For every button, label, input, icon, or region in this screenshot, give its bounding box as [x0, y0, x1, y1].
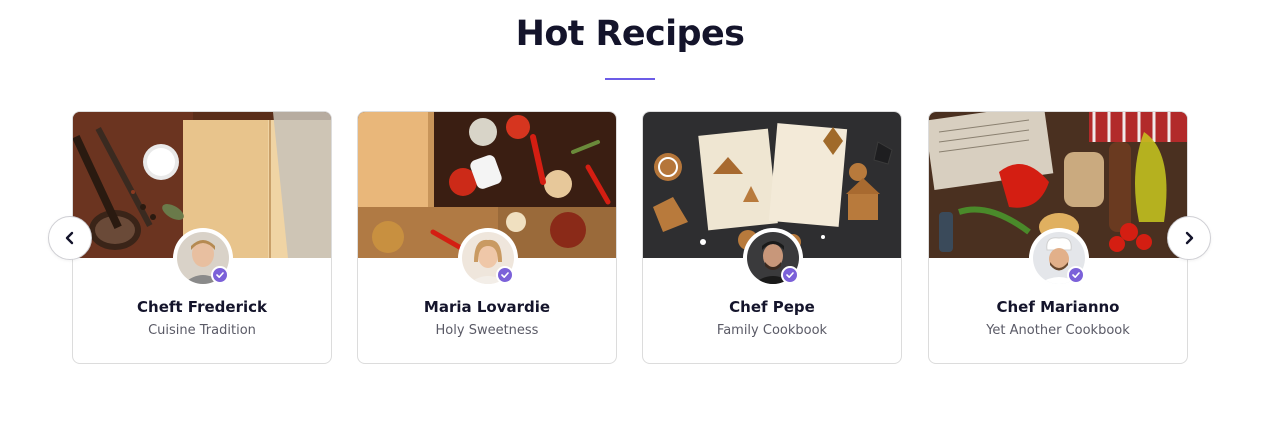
carousel-next-button[interactable] — [1167, 216, 1211, 260]
avatar — [743, 228, 803, 288]
chef-name: Chef Marianno — [996, 298, 1120, 316]
verified-badge-icon — [1067, 266, 1085, 284]
recipe-card[interactable]: Chef Marianno Yet Another Cookbook — [928, 111, 1188, 364]
chevron-right-icon — [1185, 231, 1194, 245]
avatar — [458, 228, 518, 288]
section-title: Hot Recipes — [515, 14, 745, 54]
chef-name: Maria Lovardie — [423, 298, 551, 316]
chevron-left-icon — [65, 231, 74, 245]
cookbook-title: Family Cookbook — [716, 323, 828, 338]
avatar — [173, 228, 233, 288]
verified-badge-icon — [781, 266, 799, 284]
chef-name: Cheft Frederick — [137, 298, 267, 316]
recipe-card[interactable]: Maria Lovardie Holy Sweetness — [357, 111, 617, 364]
title-underline — [605, 78, 655, 80]
cookbook-title: Cuisine Tradition — [148, 323, 256, 338]
hot-recipes-section: Hot Recipes Cheft Frederick Cuisine Trad… — [0, 0, 1266, 422]
avatar — [1029, 228, 1089, 288]
carousel-prev-button[interactable] — [48, 216, 92, 260]
verified-badge-icon — [496, 266, 514, 284]
cookbook-title: Yet Another Cookbook — [986, 323, 1130, 338]
recipe-card[interactable]: Chef Pepe Family Cookbook — [642, 111, 902, 364]
recipe-card[interactable]: Cheft Frederick Cuisine Tradition — [72, 111, 332, 364]
verified-badge-icon — [211, 266, 229, 284]
chef-name: Chef Pepe — [729, 298, 815, 316]
cookbook-title: Holy Sweetness — [435, 323, 539, 338]
